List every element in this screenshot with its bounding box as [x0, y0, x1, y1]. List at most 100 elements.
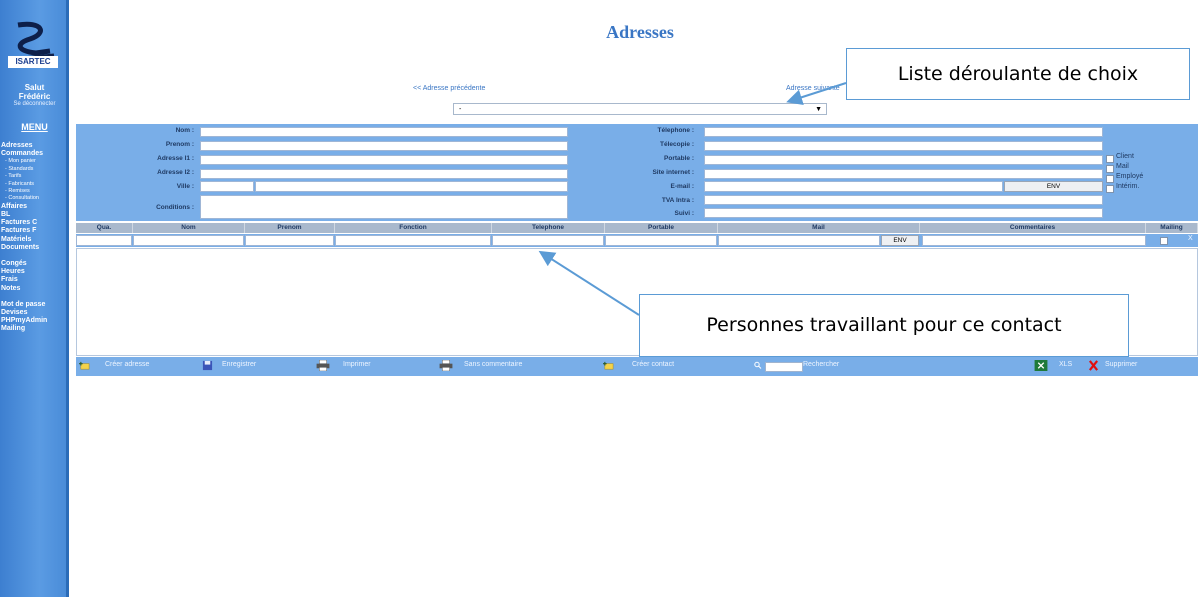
label-prenom: Prenom :: [165, 141, 194, 148]
address-select[interactable]: - ▼: [453, 103, 827, 115]
suivi-field[interactable]: [704, 208, 1103, 218]
print-button[interactable]: Imprimer: [343, 361, 371, 368]
employe-checkbox[interactable]: [1106, 175, 1114, 183]
sidebar-item-factures-c[interactable]: Factures C: [1, 219, 69, 227]
sidebar-item-bl[interactable]: BL: [1, 211, 69, 219]
client-label: Client: [1116, 153, 1134, 160]
greeting-label: Salut: [24, 83, 45, 92]
telephone-cell[interactable]: [492, 235, 604, 246]
contacts-table-header: Qua. Nom Prenom Fonction Telephone Porta…: [76, 223, 1198, 233]
client-checkbox[interactable]: [1106, 155, 1114, 163]
col-commentaires: Commentaires: [920, 223, 1146, 233]
logout-link[interactable]: Se déconnecter: [0, 101, 69, 107]
commentaires-cell[interactable]: [922, 235, 1146, 246]
portable-cell[interactable]: [605, 235, 717, 246]
next-address-link[interactable]: Adresse suivante: [786, 85, 840, 92]
nom-field[interactable]: [200, 127, 568, 137]
nom-cell[interactable]: [133, 235, 244, 246]
printer-no-comment-icon[interactable]: [439, 360, 453, 371]
postal-code-field[interactable]: [200, 181, 254, 192]
contact-add-icon[interactable]: [603, 360, 614, 371]
mail-env-button[interactable]: ENV: [881, 235, 919, 246]
email-env-button[interactable]: ENV: [1004, 181, 1103, 192]
sidebar-item-heures[interactable]: Heures: [1, 268, 69, 276]
adresse-l1-field[interactable]: [200, 155, 568, 165]
sidebar-item-devises[interactable]: Devises: [1, 309, 69, 317]
sidebar-item-mailing[interactable]: Mailing: [1, 325, 69, 333]
sidebar-item-fabricants[interactable]: - Fabricants: [1, 181, 69, 188]
address-form: Nom : Prenom : Adresse l1 : Adresse l2 :…: [76, 124, 1198, 221]
create-address-button[interactable]: Créer adresse: [105, 361, 149, 368]
address-select-value: -: [459, 106, 462, 113]
sidebar-item-notes[interactable]: Notes: [1, 285, 69, 293]
qua-cell[interactable]: [76, 235, 132, 246]
col-fonction: Fonction: [335, 223, 492, 233]
search-input[interactable]: [765, 362, 803, 372]
label-ville: Ville :: [176, 183, 194, 190]
xls-export-button[interactable]: XLS: [1059, 361, 1072, 368]
col-qua: Qua.: [76, 223, 133, 233]
mail-cell[interactable]: [718, 235, 880, 246]
excel-icon[interactable]: [1034, 360, 1048, 371]
email-field[interactable]: [704, 181, 1003, 192]
telephone-field[interactable]: [704, 127, 1103, 137]
sidebar-item-mot-de-passe[interactable]: Mot de passe: [1, 301, 69, 309]
delete-contact-button[interactable]: X: [1188, 235, 1193, 242]
save-icon[interactable]: [202, 360, 213, 371]
save-button[interactable]: Enregistrer: [222, 361, 256, 368]
dropdown-callout: Liste déroulante de choix: [846, 48, 1190, 100]
delete-button[interactable]: Supprimer: [1105, 361, 1137, 368]
greeting: Salut Frédéric: [0, 83, 69, 101]
sidebar-item-affaires[interactable]: Affaires: [1, 203, 69, 211]
portable-field[interactable]: [704, 155, 1103, 165]
sidebar-item-commandes[interactable]: Commandes: [1, 150, 69, 158]
print-no-comment-button[interactable]: Sans commentaire: [464, 361, 522, 368]
sidebar-item-mon-panier[interactable]: - Mon panier: [1, 158, 69, 165]
folder-add-icon[interactable]: [79, 360, 90, 371]
create-contact-button[interactable]: Créer contact: [632, 361, 674, 368]
interim-checkbox[interactable]: [1106, 185, 1114, 193]
search-button[interactable]: Rechercher: [803, 361, 839, 368]
label-conditions: Conditions :: [156, 204, 194, 211]
chevron-down-icon: ▼: [815, 106, 822, 113]
printer-icon[interactable]: [316, 360, 330, 371]
sidebar-item-documents[interactable]: Documents: [1, 244, 69, 252]
fonction-cell[interactable]: [335, 235, 491, 246]
sidebar-item-remises[interactable]: - Remises: [1, 188, 69, 195]
bottom-toolbar: Créer adresse Enregistrer Imprimer Sans …: [76, 357, 1198, 376]
sidebar-item-frais[interactable]: Frais: [1, 276, 69, 284]
contact-input-row: ENV X: [76, 234, 1198, 247]
sidebar-item-tarifs[interactable]: - Tarifs: [1, 173, 69, 180]
sidebar-nav: Adresses Commandes - Mon panier - Standards…: [1, 142, 69, 334]
sidebar-item-standards[interactable]: - Standards: [1, 166, 69, 173]
sidebar: ISARTEC Salut Frédéric Se déconnecter ME…: [0, 0, 69, 597]
mail-checkbox[interactable]: [1106, 165, 1114, 173]
prenom-field[interactable]: [200, 141, 568, 151]
prenom-cell[interactable]: [245, 235, 334, 246]
sidebar-item-phpmyadmin[interactable]: PHPmyAdmin: [1, 317, 69, 325]
sidebar-item-consultation[interactable]: - Consultation: [1, 195, 69, 202]
col-prenom: Prenom: [245, 223, 335, 233]
tva-intra-field[interactable]: [704, 195, 1103, 205]
site-internet-field[interactable]: [704, 169, 1103, 179]
mailing-checkbox[interactable]: [1160, 237, 1168, 245]
logo-text: ISARTEC: [8, 56, 58, 68]
conditions-field[interactable]: [200, 195, 568, 219]
menu-title: MENU: [21, 122, 48, 132]
label-email: E-mail :: [670, 183, 694, 190]
sidebar-item-factures-f[interactable]: Factures F: [1, 227, 69, 235]
col-mail: Mail: [718, 223, 920, 233]
employe-label: Employé: [1116, 173, 1144, 180]
sidebar-item-mat-riels[interactable]: Matériels: [1, 236, 69, 244]
delete-icon[interactable]: [1088, 360, 1099, 371]
ville-field[interactable]: [255, 181, 568, 192]
label-telecopie: Télecopie :: [660, 141, 694, 148]
sidebar-item-cong-s[interactable]: Congés: [1, 260, 69, 268]
previous-address-link[interactable]: << Adresse précédente: [413, 85, 485, 92]
adresse-l2-field[interactable]: [200, 169, 568, 179]
telecopie-field[interactable]: [704, 141, 1103, 151]
user-name: Frédéric: [18, 92, 51, 101]
sidebar-item-adresses[interactable]: Adresses: [1, 142, 69, 150]
